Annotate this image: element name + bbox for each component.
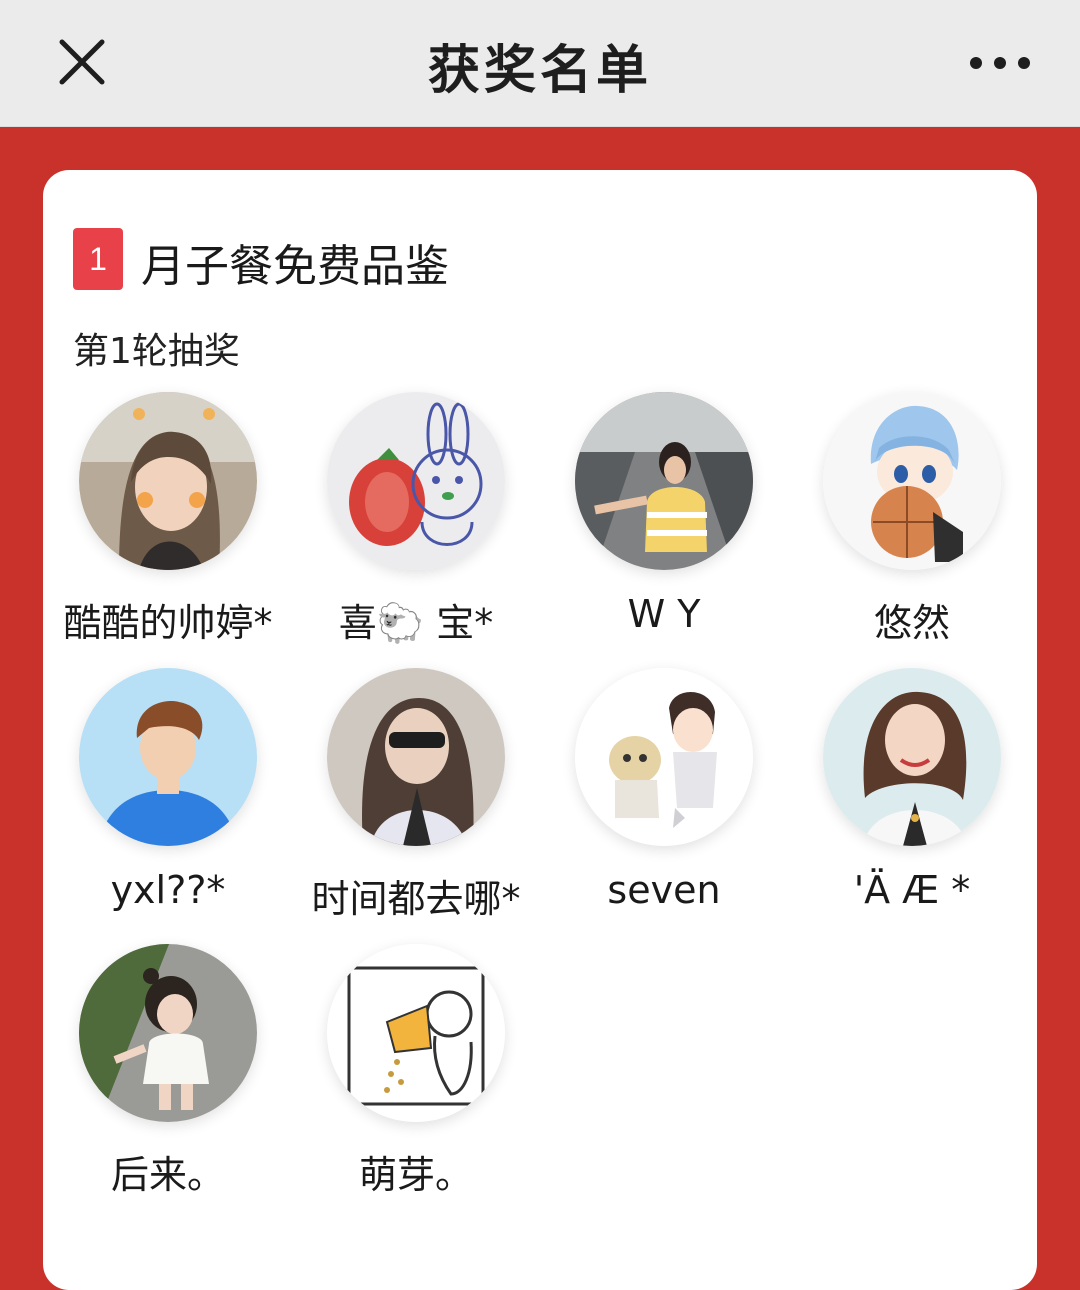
winner-name: 酷酷的帅婷* <box>63 601 273 645</box>
prize-name: 月子餐免费品鉴 <box>141 241 449 292</box>
avatar-cartoon-popcorn-icon <box>327 944 505 1122</box>
winner-name: 悠然 <box>873 601 950 645</box>
avatar <box>575 668 753 846</box>
avatar-anime-boy-basketball-icon <box>823 392 1001 570</box>
avatar-photo-escalator-icon <box>575 392 753 570</box>
more-dots-icon <box>970 57 1030 69</box>
winner-name: 萌芽。 <box>358 1153 473 1197</box>
avatar <box>823 392 1001 570</box>
winner-name: 喜🐑 宝* <box>338 601 494 645</box>
winner-item[interactable]: W Y <box>539 392 789 662</box>
winner-item[interactable]: 悠然 <box>787 392 1037 662</box>
winner-name: 后来。 <box>110 1153 225 1197</box>
winner-name: W Y <box>627 592 701 636</box>
winner-item[interactable]: seven <box>539 668 789 938</box>
avatar-cartoon-characters-icon <box>575 668 753 846</box>
winner-item[interactable]: 萌芽。 <box>291 944 541 1214</box>
winner-item[interactable]: 'Ä Æ * <box>787 668 1037 938</box>
page-title: 获奖名单 <box>427 41 652 101</box>
avatar <box>327 944 505 1122</box>
avatar-default-man-icon <box>79 668 257 846</box>
winner-name: 时间都去哪* <box>311 877 521 921</box>
avatar <box>79 944 257 1122</box>
avatar-photo-woman-smiling-icon <box>823 668 1001 846</box>
winner-name: seven <box>607 868 721 912</box>
avatar <box>823 668 1001 846</box>
avatar <box>327 668 505 846</box>
winners-card: 1 月子餐免费品鉴 第1轮抽奖 酷酷的帅婷* 喜🐑 宝* W Y 悠然 yxl?… <box>43 170 1037 1290</box>
round-label: 第1轮抽奖 <box>73 331 240 372</box>
navigation-bar: 获奖名单 <box>0 0 1080 127</box>
winner-item[interactable]: 喜🐑 宝* <box>291 392 541 662</box>
avatar <box>79 392 257 570</box>
avatar <box>327 392 505 570</box>
avatar-photo-woman-sunglasses-icon <box>327 668 505 846</box>
avatar-photo-child-icon <box>79 944 257 1122</box>
winner-item[interactable]: yxl??* <box>43 668 293 938</box>
winner-item[interactable]: 后来。 <box>43 944 293 1214</box>
avatar-photo-woman-icon <box>79 392 257 570</box>
winner-name: 'Ä Æ * <box>853 868 971 912</box>
prize-index-badge: 1 <box>73 228 123 290</box>
more-button[interactable] <box>962 40 1038 86</box>
avatar-rabbit-drawing-icon <box>327 392 505 570</box>
winner-name: yxl??* <box>110 868 226 912</box>
winner-item[interactable]: 酷酷的帅婷* <box>43 392 293 662</box>
winner-item[interactable]: 时间都去哪* <box>291 668 541 938</box>
avatar <box>79 668 257 846</box>
avatar <box>575 392 753 570</box>
